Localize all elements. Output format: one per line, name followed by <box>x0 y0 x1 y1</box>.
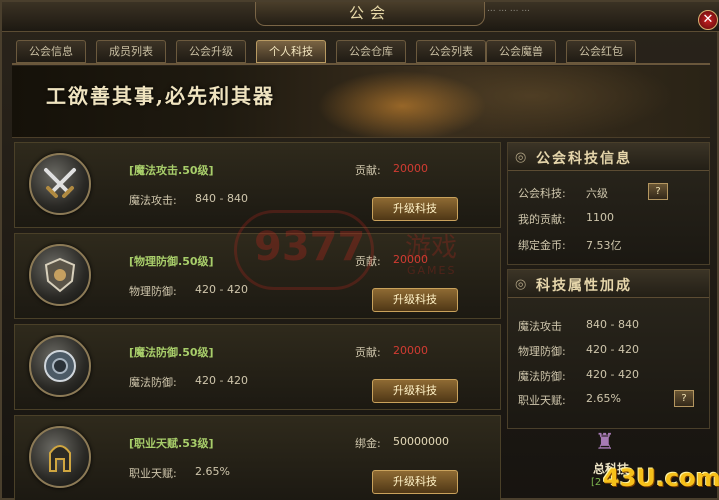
pagoda-icon: ♜ <box>595 430 615 455</box>
tech-row-magic-defense: [魔法防御.50级] 魔法防御: 420 - 420 贡献: 20000 升级科… <box>14 324 501 410</box>
tab-personal-tech[interactable]: 个人科技 <box>256 40 326 63</box>
shield-crest-icon <box>29 244 91 306</box>
panel-header: ◎ 科技属性加成 <box>508 270 709 298</box>
panel-title: 公会科技信息 <box>536 151 632 167</box>
title-bar: 公会 ... ... ... ... ✕ <box>2 2 719 32</box>
helmet-icon <box>29 426 91 488</box>
tech-name: [职业天赋.53级] <box>129 437 214 450</box>
tech-name: [物理防御.50级] <box>129 255 214 268</box>
tech-effect-label: 物理防御: <box>129 285 177 298</box>
watermark-text: 游戏 <box>405 233 458 263</box>
tab-divider <box>12 63 710 65</box>
window-title: 公会 <box>255 2 485 26</box>
tech-cost-value: 50000000 <box>393 435 449 448</box>
tech-effect-value: 2.65% <box>195 465 230 478</box>
guild-tech-info-panel: ◎ 公会科技信息 公会科技: 六级 ? 我的贡献: 1100 绑定金币: 7.53亿 <box>507 142 710 265</box>
tech-cost-label: 贡献: <box>355 164 381 177</box>
bonus-class-talent: 职业天赋: 2.65% <box>518 392 621 407</box>
tech-bonus-panel: ◎ 科技属性加成 魔法攻击 840 - 840 物理防御: 420 - 420 魔法… <box>507 269 710 429</box>
tech-effect-value: 420 - 420 <box>195 283 248 296</box>
guild-window: 公会 ... ... ... ... ✕ 公会信息 成员列表 公会升级 个人科技… <box>0 0 719 500</box>
tech-cost-label: 贡献: <box>355 346 381 359</box>
close-button[interactable]: ✕ <box>698 10 718 30</box>
tech-effect-value: 840 - 840 <box>195 192 248 205</box>
tab-guild-redpacket[interactable]: 公会红包 <box>566 40 636 63</box>
tab-guild-list[interactable]: 公会列表 <box>416 40 486 63</box>
help-button[interactable]: ? <box>674 390 694 407</box>
panel-title: 科技属性加成 <box>536 278 632 294</box>
crossed-swords-icon <box>29 153 91 215</box>
footer-area: ♜ 总科技 [2 43U.com <box>587 430 719 500</box>
round-shield-icon <box>29 335 91 397</box>
tech-effect-value: 420 - 420 <box>195 374 248 387</box>
my-contribution: 我的贡献: 1100 <box>518 211 614 226</box>
upgrade-tech-button[interactable]: 升级科技 <box>372 470 458 494</box>
tab-member-list[interactable]: 成员列表 <box>96 40 166 63</box>
tech-cost-label: 绑金: <box>355 437 381 450</box>
tech-effect-label: 魔法防御: <box>129 376 177 389</box>
tech-row-class-talent: [职业天赋.53级] 职业天赋: 2.65% 绑金: 50000000 升级科技 <box>14 415 501 500</box>
tab-guild-info[interactable]: 公会信息 <box>16 40 86 63</box>
upgrade-tech-button[interactable]: 升级科技 <box>372 197 458 221</box>
banner-title: 工欲善其事,必先利其器 <box>46 84 275 108</box>
tech-name: [魔法防御.50级] <box>129 346 214 359</box>
upgrade-tech-button[interactable]: 升级科技 <box>372 288 458 312</box>
tech-list: [魔法攻击.50级] 魔法攻击: 840 - 840 贡献: 20000 升级科… <box>14 142 501 500</box>
panel-header: ◎ 公会科技信息 <box>508 143 709 171</box>
top-right-text: ... ... ... ... <box>487 4 530 14</box>
watermark-sub: GAMES <box>407 264 457 277</box>
tab-guild-upgrade[interactable]: 公会升级 <box>176 40 246 63</box>
tech-effect-label: 职业天赋: <box>129 467 177 480</box>
tech-effect-label: 魔法攻击: <box>129 194 177 207</box>
site-logo: 43U.com <box>603 464 719 492</box>
bonus-magic-defense: 魔法防御: 420 - 420 <box>518 368 639 383</box>
tech-cost-value: 20000 <box>393 162 428 175</box>
guild-tech-level: 公会科技: 六级 <box>518 187 608 200</box>
tab-guild-warehouse[interactable]: 公会仓库 <box>336 40 406 63</box>
close-icon: ✕ <box>702 12 714 27</box>
tab-guild-monster[interactable]: 公会魔兽 <box>486 40 556 63</box>
help-button[interactable]: ? <box>648 183 668 200</box>
bonus-magic-attack: 魔法攻击 840 - 840 <box>518 318 639 333</box>
bonus-physical-defense: 物理防御: 420 - 420 <box>518 343 639 358</box>
swirl-icon: ◎ <box>515 277 527 292</box>
banner: 工欲善其事,必先利其器 <box>12 66 710 138</box>
total-tech-value: [2 <box>591 477 602 488</box>
tech-name: [魔法攻击.50级] <box>129 164 214 177</box>
watermark-number: 9377 <box>254 224 366 270</box>
upgrade-tech-button[interactable]: 升级科技 <box>372 379 458 403</box>
tech-cost-value: 20000 <box>393 344 428 357</box>
bound-gold: 绑定金币: 7.53亿 <box>518 239 622 252</box>
swirl-icon: ◎ <box>515 150 527 165</box>
